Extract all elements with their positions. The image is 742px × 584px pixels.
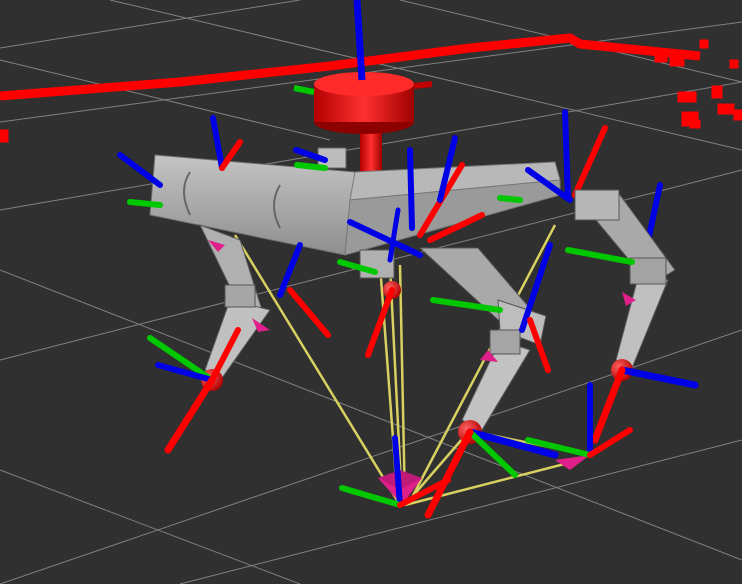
rviz-3d-viewport[interactable] (0, 0, 742, 584)
